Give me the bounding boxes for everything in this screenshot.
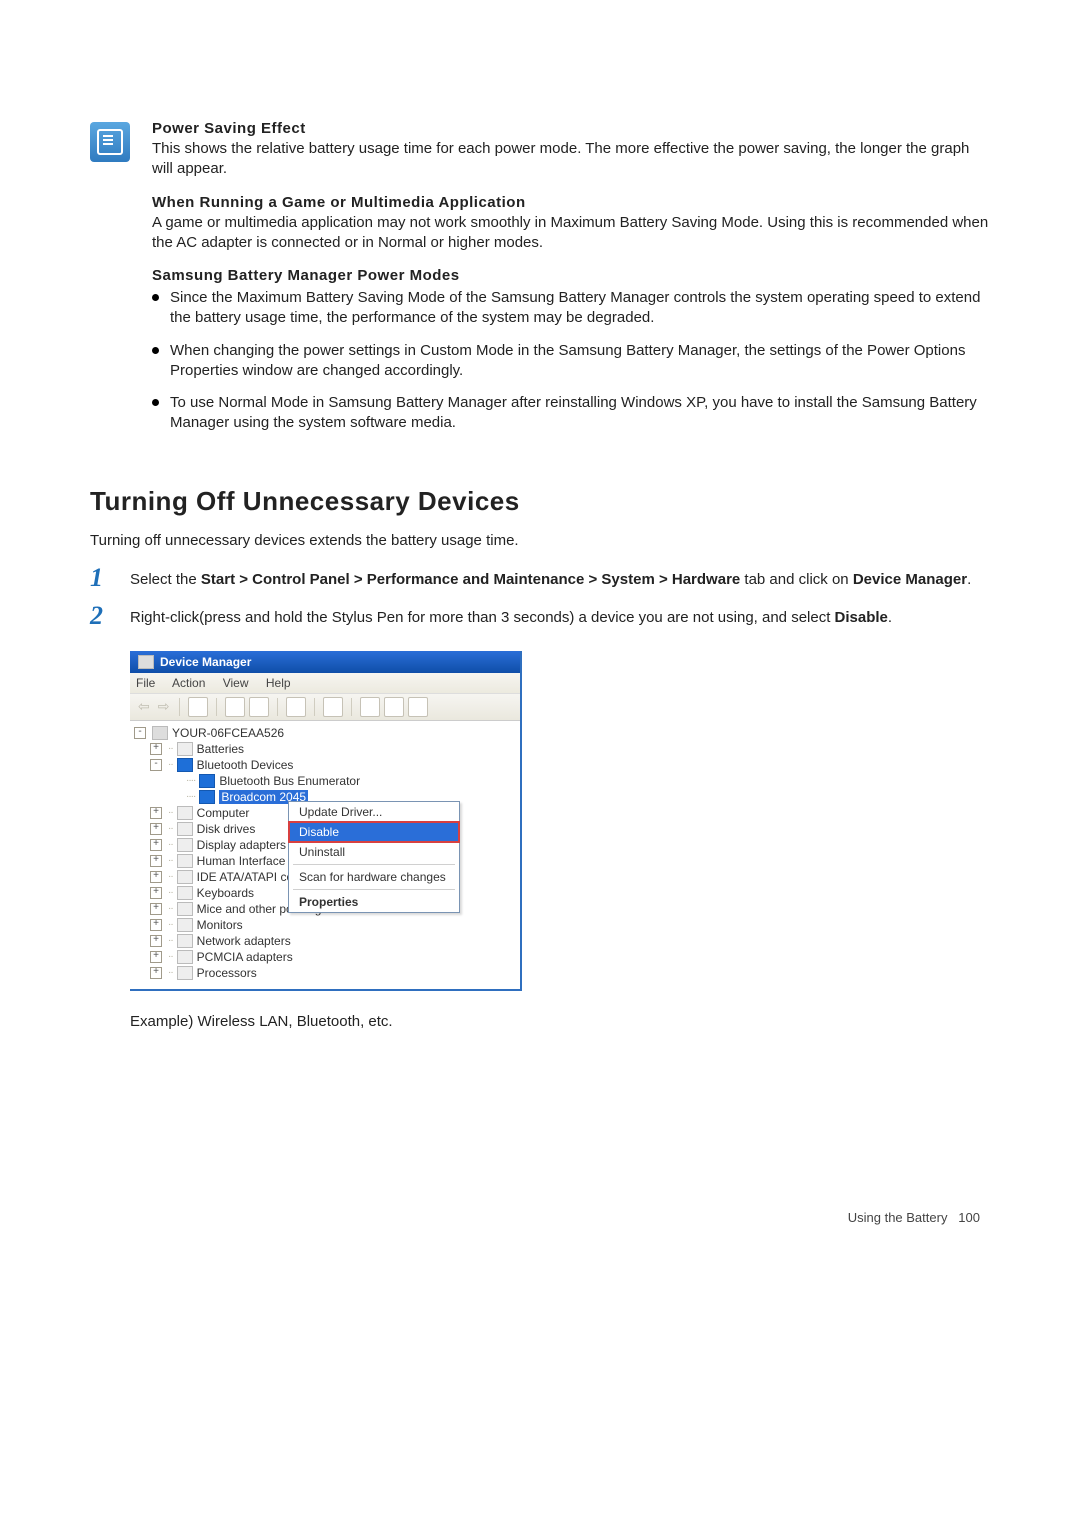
tree-bluetooth-devices[interactable]: Bluetooth Devices [197, 758, 294, 772]
note-para-power-saving: This shows the relative battery usage ti… [152, 139, 990, 180]
tree-network[interactable]: Network adapters [197, 934, 291, 948]
network-icon [177, 934, 193, 948]
note-bullet-1: Since the Maximum Battery Saving Mode of… [152, 288, 990, 329]
footer-label: Using the Battery [848, 1210, 948, 1225]
back-arrow-icon[interactable]: ⇦ [136, 698, 152, 715]
device-manager-window: Device Manager File Action View Help ⇦ ⇨ [130, 651, 522, 991]
tree-pcmcia[interactable]: PCMCIA adapters [197, 950, 293, 964]
tree-toggle[interactable]: + [150, 903, 162, 915]
tree-toggle[interactable]: + [150, 743, 162, 755]
note-icon [90, 122, 130, 162]
toolbar-button[interactable] [188, 697, 208, 717]
tree-monitors[interactable]: Monitors [197, 918, 243, 932]
menu-help[interactable]: Help [266, 676, 291, 690]
computer-icon [177, 806, 193, 820]
ctx-update-driver[interactable]: Update Driver... [289, 802, 459, 822]
tree-toggle[interactable]: + [150, 967, 162, 979]
section-intro: Turning off unnecessary devices extends … [90, 531, 990, 551]
tree-toggle[interactable]: + [150, 871, 162, 883]
tree-processors[interactable]: Processors [197, 966, 257, 980]
note-heading-game: When Running a Game or Multimedia Applic… [152, 194, 990, 211]
note-para-game: A game or multimedia application may not… [152, 213, 990, 254]
tree-toggle[interactable]: + [150, 935, 162, 947]
ctx-disable[interactable]: Disable [289, 822, 459, 842]
tree-toggle[interactable]: + [150, 839, 162, 851]
tree-toggle[interactable]: + [150, 807, 162, 819]
example-text: Example) Wireless LAN, Bluetooth, etc. [130, 1013, 990, 1030]
tree-computer[interactable]: Computer [197, 806, 250, 820]
toolbar-button[interactable] [360, 697, 380, 717]
tree-toggle[interactable]: + [150, 823, 162, 835]
footer-page-number: 100 [958, 1210, 980, 1225]
ide-icon [177, 870, 193, 884]
tree-toggle[interactable]: + [150, 887, 162, 899]
toolbar-button[interactable] [323, 697, 343, 717]
section-title-devices: Turning Off Unnecessary Devices [90, 486, 990, 517]
disk-icon [177, 822, 193, 836]
bluetooth-icon [199, 774, 215, 788]
tree-root[interactable]: YOUR-06FCEAA526 [172, 726, 284, 740]
pcmcia-icon [177, 950, 193, 964]
note-bullet-3: To use Normal Mode in Samsung Battery Ma… [152, 393, 990, 434]
window-icon [138, 655, 154, 669]
tree-toggle[interactable]: + [150, 919, 162, 931]
tree-toggle[interactable]: - [150, 759, 162, 771]
note-heading-power-saving: Power Saving Effect [152, 120, 990, 137]
bluetooth-icon [199, 790, 215, 804]
toolbar-button[interactable] [384, 697, 404, 717]
menu-file[interactable]: File [136, 676, 155, 690]
context-menu: Update Driver... Disable Uninstall Scan … [288, 801, 460, 913]
toolbar-button[interactable] [286, 697, 306, 717]
bluetooth-icon [177, 758, 193, 772]
step-number-1: 1 [90, 565, 118, 591]
menu-view[interactable]: View [223, 676, 249, 690]
menu-action[interactable]: Action [172, 676, 205, 690]
forward-arrow-icon[interactable]: ⇨ [156, 698, 172, 715]
tree-display[interactable]: Display adapters [197, 838, 286, 852]
hid-icon [177, 854, 193, 868]
monitor-icon [177, 918, 193, 932]
keyboard-icon [177, 886, 193, 900]
cpu-icon [177, 966, 193, 980]
ctx-properties[interactable]: Properties [289, 892, 459, 912]
tree-batteries[interactable]: Batteries [197, 742, 244, 756]
toolbar-button[interactable] [225, 697, 245, 717]
battery-icon [177, 742, 193, 756]
step-2-text: Right-click(press and hold the Stylus Pe… [130, 603, 990, 628]
toolbar-button[interactable] [408, 697, 428, 717]
ctx-scan-hardware[interactable]: Scan for hardware changes [289, 867, 459, 887]
tree-diskdrives[interactable]: Disk drives [197, 822, 256, 836]
tree-toggle[interactable]: - [134, 727, 146, 739]
tree-toggle[interactable]: + [150, 951, 162, 963]
ctx-uninstall[interactable]: Uninstall [289, 842, 459, 862]
note-heading-modes: Samsung Battery Manager Power Modes [152, 267, 990, 284]
tree-toggle[interactable]: + [150, 855, 162, 867]
note-bullet-2: When changing the power settings in Cust… [152, 341, 990, 382]
tree-bt-bus[interactable]: Bluetooth Bus Enumerator [219, 774, 360, 788]
tree-keyboards[interactable]: Keyboards [197, 886, 254, 900]
mouse-icon [177, 902, 193, 916]
display-icon [177, 838, 193, 852]
step-1-text: Select the Start > Control Panel > Perfo… [130, 565, 990, 590]
step-number-2: 2 [90, 603, 118, 629]
computer-icon [152, 726, 168, 740]
toolbar-button[interactable] [249, 697, 269, 717]
window-title: Device Manager [160, 655, 251, 669]
